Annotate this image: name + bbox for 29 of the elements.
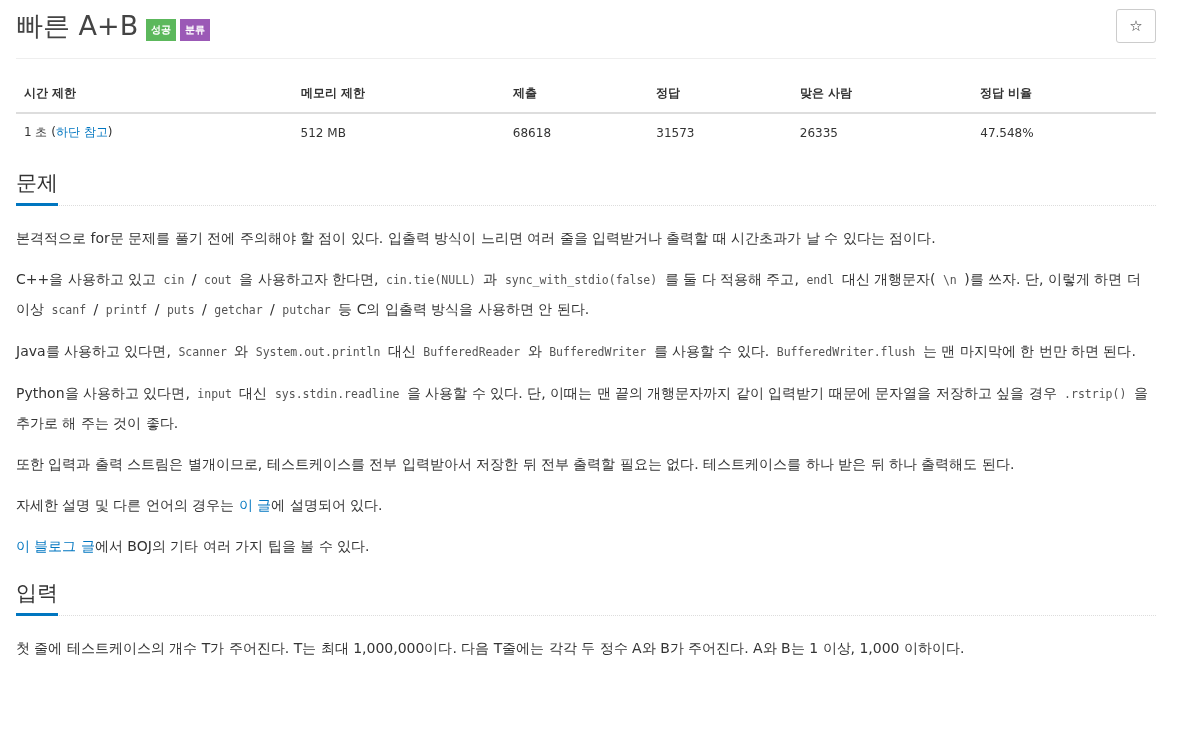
column-header: 정답 비율	[972, 75, 1156, 113]
link[interactable]: 하단 참고	[55, 125, 108, 139]
paragraph: C++을 사용하고 있고 cin / cout 을 사용하고자 한다면, cin.tie(NULL) 과 sync_with_stdio(false) 를 둘 다 적용해 주고, endl 대신 개행문자( \n )를 쓰자. 단, 이렇게 하면 더 이상 scanf / printf / puts / getchar / putchar 등 C의 입출력 방식을 사용하면 안 된다.	[16, 270, 1142, 319]
paragraph: 첫 줄에 테스트케이스의 개수 T가 주어진다. T는 최대 1,000,000이다. 다음 T줄에는 각각 두 정수 A와 B가 주어진다. A와 B는 1 이상, 1,000 이하이다.	[16, 639, 966, 658]
section-heading: 문제	[16, 169, 58, 206]
paragraph: 본격적으로 for문 문제를 풀기 전에 주의해야 할 점이 있다. 입출력 방식이 느리면 여러 줄을 입력받거나 출력할 때 시간초과가 날 수 있다는 점이다.	[16, 229, 937, 248]
column-header: 제출	[504, 75, 649, 113]
link[interactable]: 이 글	[238, 497, 272, 513]
column-header: 맞은 사람	[791, 75, 973, 113]
table-cell: 1 초 (하단 참고)	[16, 113, 293, 151]
table-cell: 68618	[504, 113, 649, 151]
table-cell: 512 MB	[292, 113, 505, 151]
paragraph: Python을 사용하고 있다면, input 대신 sys.stdin.readline 을 사용할 수 있다. 단, 이때는 맨 끝의 개행문자까지 같이 입력받기 때문에 문자열을 저장하고 싶을 경우 .rstrip() 을 추가로 해 주는 것이 좋다.	[16, 384, 1149, 433]
paragraph: 자세한 설명 및 다른 언어의 경우는 이 글에 설명되어 있다.	[16, 496, 384, 515]
table-cell: 26335	[791, 113, 973, 151]
label-tag: 분류	[180, 19, 211, 41]
problem-title: 빠른 A+B	[16, 9, 139, 43]
table-cell: 31573	[648, 113, 792, 151]
star-button[interactable]: ☆	[1116, 9, 1156, 43]
paragraph: 이 블로그 글에서 BOJ의 기타 여러 가지 팁을 볼 수 있다.	[16, 537, 371, 556]
section-heading: 입력	[16, 579, 58, 616]
link[interactable]: 이 블로그 글	[16, 538, 95, 554]
label-tag: 성공	[146, 19, 177, 41]
paragraph: 또한 입력과 출력 스트림은 별개이므로, 테스트케이스를 전부 입력받아서 저장한 뒤 전부 출력할 필요는 없다. 테스트케이스를 하나 받은 뒤 하나 출력해도 된다.	[16, 455, 1016, 474]
paragraph: Java를 사용하고 있다면, Scanner 와 System.out.println 대신 BufferedReader 와 BufferedWriter 를 사용할 수 있다. BufferedWriter.flush 는 맨 마지막에 한 번만 하면 된다.	[16, 342, 1137, 361]
column-header: 메모리 제한	[292, 75, 505, 113]
table-cell: 47.548%	[972, 113, 1156, 151]
column-header: 정답	[648, 75, 792, 113]
column-header: 시간 제한	[16, 75, 293, 113]
